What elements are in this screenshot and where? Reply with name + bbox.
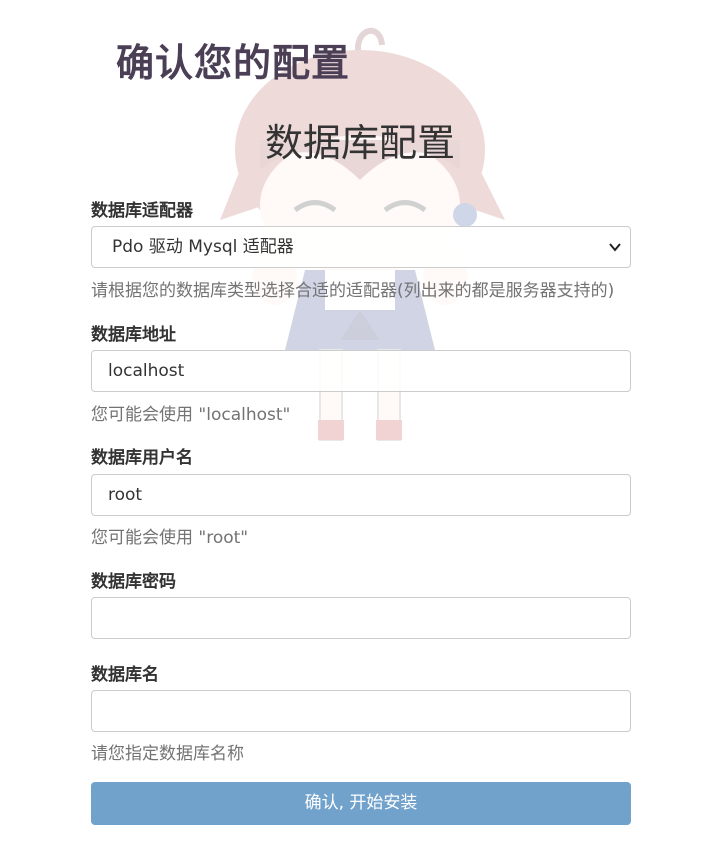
host-label: 数据库地址 <box>91 325 176 345</box>
submit-install-button[interactable]: 确认, 开始安装 <box>91 782 631 825</box>
page-title: 确认您的配置 <box>116 41 351 85</box>
chevron-down-icon <box>609 243 621 252</box>
password-label: 数据库密码 <box>91 572 176 592</box>
host-help-text: 您可能会使用 "localhost" <box>91 405 291 425</box>
dbname-help-text: 请您指定数据库名称 <box>91 744 244 764</box>
dbname-label: 数据库名 <box>91 665 159 685</box>
adapter-select-value: Pdo 驱动 Mysql 适配器 <box>112 237 294 257</box>
password-input[interactable] <box>91 597 631 639</box>
username-help-text: 您可能会使用 "root" <box>91 528 249 548</box>
section-title: 数据库配置 <box>264 121 455 165</box>
host-input[interactable]: localhost <box>91 350 631 392</box>
adapter-label: 数据库适配器 <box>91 201 193 221</box>
adapter-select[interactable]: Pdo 驱动 Mysql 适配器 <box>91 226 631 268</box>
install-page: 确认您的配置 数据库配置 数据库适配器 Pdo 驱动 Mysql 适配器 请根据… <box>0 0 720 856</box>
username-label: 数据库用户名 <box>91 448 193 468</box>
adapter-help-text: 请根据您的数据库类型选择合适的适配器(列出来的都是服务器支持的) <box>91 281 615 301</box>
dbname-input[interactable] <box>91 690 631 732</box>
username-input[interactable]: root <box>91 474 631 516</box>
